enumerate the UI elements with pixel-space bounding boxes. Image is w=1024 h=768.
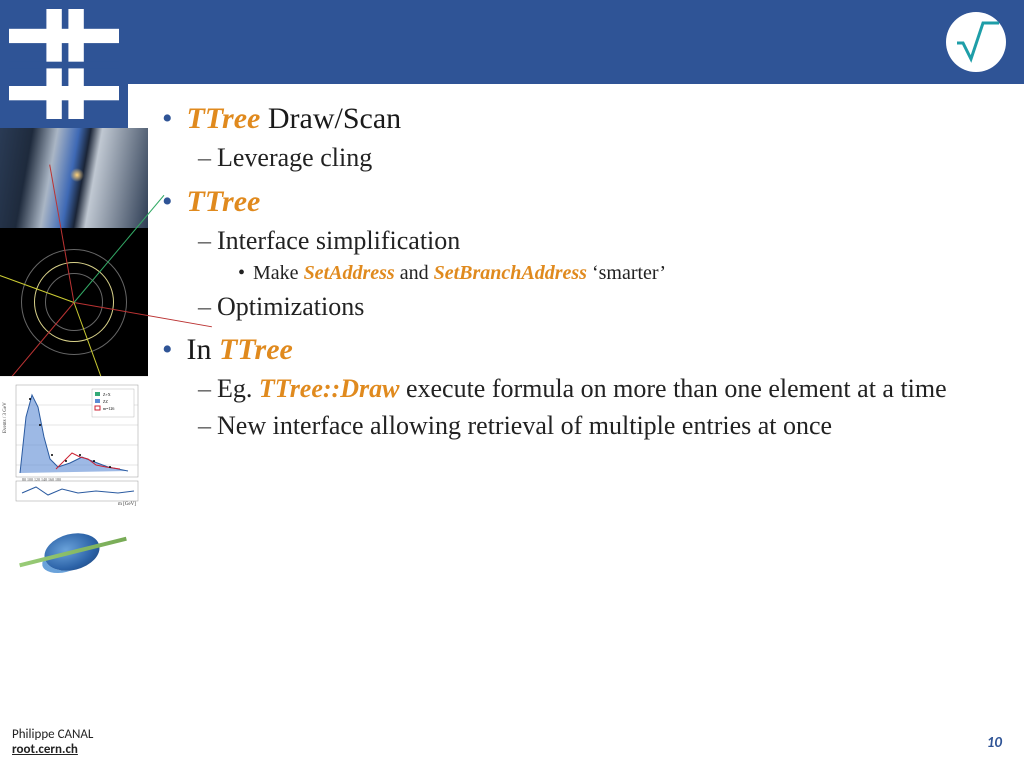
svg-text:80 100 120 140 160 180: 80 100 120 140 160 180 bbox=[22, 477, 61, 482]
bullet-1: •TTree Draw/Scan –Leverage cling bbox=[160, 100, 1000, 177]
sidebar-images: Events / 3 GeV m [GeV] 80 100 120 140 16… bbox=[0, 128, 148, 598]
footer-site: root.cern.ch bbox=[12, 743, 93, 758]
svg-text:ZZ: ZZ bbox=[103, 399, 108, 404]
bullet-3-sub-2: –New interface allowing retrieval of mul… bbox=[198, 408, 1000, 444]
fermilab-logo-icon bbox=[9, 9, 119, 119]
fermilab-logo bbox=[0, 0, 128, 128]
bullet-2-subsub-1: •Make SetAddress and SetBranchAddress ‘s… bbox=[238, 262, 1000, 285]
svg-text:m=126: m=126 bbox=[103, 406, 114, 411]
sidebar-image-lhc-tunnel bbox=[0, 128, 148, 228]
footer: Philippe CANAL root.cern.ch bbox=[12, 728, 93, 758]
bullet-1-text: Draw/Scan bbox=[260, 102, 401, 135]
root-badge bbox=[946, 12, 1006, 72]
svg-text:m [GeV]: m [GeV] bbox=[118, 502, 136, 507]
bullet-2-sub-2: –Optimizations bbox=[198, 289, 1000, 325]
bullet-2-keyword: TTree bbox=[187, 185, 261, 218]
footer-author: Philippe CANAL bbox=[12, 728, 93, 743]
slide-body: •TTree Draw/Scan –Leverage cling •TTree … bbox=[160, 100, 1000, 708]
sidebar-image-histogram: Events / 3 GeV m [GeV] 80 100 120 140 16… bbox=[0, 376, 148, 506]
sidebar-image-event-display bbox=[0, 228, 148, 376]
bullet-1-sub-1: –Leverage cling bbox=[198, 140, 1000, 176]
bullet-3: •In TTree –Eg. TTree::Draw execute formu… bbox=[160, 331, 1000, 444]
root-sqrt-icon bbox=[953, 19, 999, 65]
page-number: 10 bbox=[987, 734, 1002, 752]
header-bar bbox=[0, 0, 1024, 84]
slide: Events / 3 GeV m [GeV] 80 100 120 140 16… bbox=[0, 0, 1024, 768]
bullet-2: •TTree –Interface simplification •Make S… bbox=[160, 183, 1000, 325]
bullet-1-keyword: TTree bbox=[187, 102, 261, 135]
bullet-3-sub-1: –Eg. TTree::Draw execute formula on more… bbox=[198, 371, 1000, 407]
bullet-2-sub-1: –Interface simplification bbox=[198, 223, 1000, 259]
bullet-3-keyword: TTree bbox=[219, 333, 293, 366]
svg-text:Z+X: Z+X bbox=[103, 392, 111, 397]
svg-text:Events / 3 GeV: Events / 3 GeV bbox=[3, 402, 8, 433]
sidebar-image-detector-render bbox=[0, 506, 148, 598]
